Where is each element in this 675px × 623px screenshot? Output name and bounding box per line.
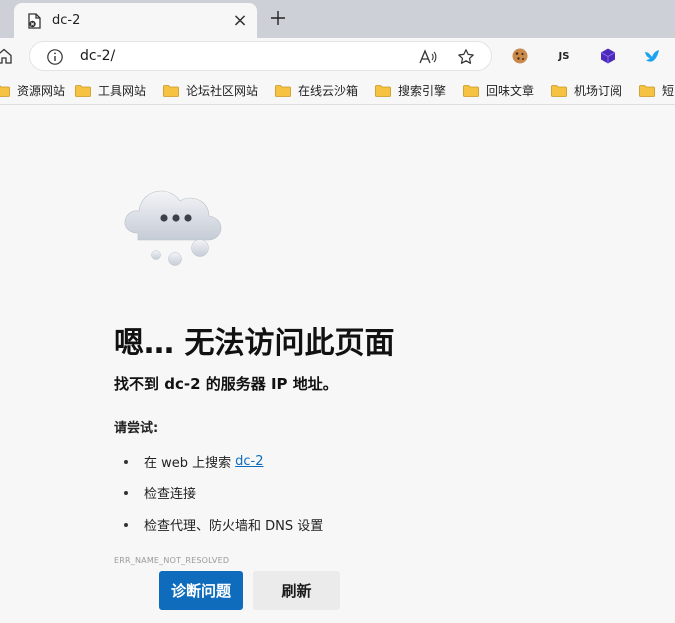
suggestion-check-connection: 检查连接 (124, 483, 196, 502)
close-tab-icon[interactable]: × (231, 10, 249, 31)
site-info-icon[interactable] (46, 48, 64, 66)
bookmark-folder-subscriptions[interactable]: 机场订阅 (551, 81, 622, 99)
favorite-star-icon[interactable] (456, 47, 476, 67)
bookmark-folder-short[interactable]: 短 (639, 81, 674, 99)
bullet (124, 522, 128, 527)
tab-strip: dc-2 × (0, 0, 675, 38)
home-button[interactable] (0, 46, 14, 66)
error-code: ERR_NAME_NOT_RESOLVED (114, 556, 230, 565)
bookmark-folder-search-engines[interactable]: 搜索引擎 (375, 81, 446, 99)
bookmark-label: 论坛社区网站 (186, 83, 259, 98)
folder-icon (275, 84, 291, 97)
home-icon (0, 48, 12, 64)
error-headline: 嗯… 无法访问此页面 (114, 326, 395, 361)
cloud-error-icon (124, 190, 222, 266)
tab-dc-2[interactable]: dc-2 × (14, 3, 257, 38)
folder-icon (0, 84, 10, 97)
bullet (124, 459, 128, 464)
url-text[interactable]: dc-2/ (80, 48, 115, 64)
error-description: 找不到 dc-2 的服务器 IP 地址。 (114, 375, 338, 393)
blue-bird-extension-icon[interactable] (642, 46, 662, 66)
diagnose-button[interactable]: 诊断问题 (159, 571, 243, 610)
bookmarks-bar: 资源网站 工具网站 论坛社区网站 在线云沙箱 搜索引擎 回味文章 机场订阅 短 (0, 75, 675, 105)
bookmark-label: 在线云沙箱 (298, 83, 359, 98)
purple-cube-extension-icon[interactable] (598, 46, 618, 66)
bookmark-folder-tools[interactable]: 工具网站 (75, 81, 146, 99)
suggestion-search-prefix: 在 web 上搜索 (144, 456, 232, 471)
tab-title: dc-2 (52, 13, 81, 28)
bookmark-label: 资源网站 (17, 83, 66, 98)
suggestion-check-connection-text: 检查连接 (144, 487, 197, 502)
bookmark-label: 机场订阅 (574, 83, 623, 98)
address-bar[interactable]: dc-2/ (29, 41, 492, 71)
new-tab-button[interactable] (267, 7, 289, 29)
refresh-button[interactable]: 刷新 (253, 571, 340, 610)
plus-icon (271, 11, 285, 25)
error-page: 嗯… 无法访问此页面 找不到 dc-2 的服务器 IP 地址。 请尝试: 在 w… (0, 106, 675, 623)
folder-icon (551, 84, 567, 97)
suggestion-check-proxy: 检查代理、防火墙和 DNS 设置 (124, 515, 323, 534)
js-extension-icon[interactable]: JS (554, 46, 574, 66)
folder-icon (75, 84, 91, 97)
bookmark-folder-sandbox[interactable]: 在线云沙箱 (275, 81, 358, 99)
folder-icon (375, 84, 391, 97)
suggestion-check-proxy-text: 检查代理、防火墙和 DNS 设置 (144, 519, 324, 534)
search-dc2-link[interactable]: dc-2 (235, 454, 263, 469)
page-error-icon (26, 12, 42, 29)
bookmark-label: 搜索引擎 (398, 83, 447, 98)
bookmark-label: 工具网站 (98, 83, 147, 98)
bookmark-folder-articles[interactable]: 回味文章 (463, 81, 534, 99)
bookmark-folder-resources[interactable]: 资源网站 (0, 81, 65, 99)
bookmark-label: 短 (662, 83, 675, 98)
suggestion-search-web: 在 web 上搜索 dc-2 (124, 452, 264, 471)
bullet (124, 490, 128, 495)
folder-icon (639, 84, 655, 97)
read-aloud-icon[interactable] (418, 47, 438, 67)
folder-icon (463, 84, 479, 97)
folder-icon (163, 84, 179, 97)
bookmark-label: 回味文章 (486, 83, 535, 98)
bookmark-folder-forums[interactable]: 论坛社区网站 (163, 81, 258, 99)
try-label: 请尝试: (114, 421, 159, 436)
cookie-extension-icon[interactable] (510, 46, 530, 66)
